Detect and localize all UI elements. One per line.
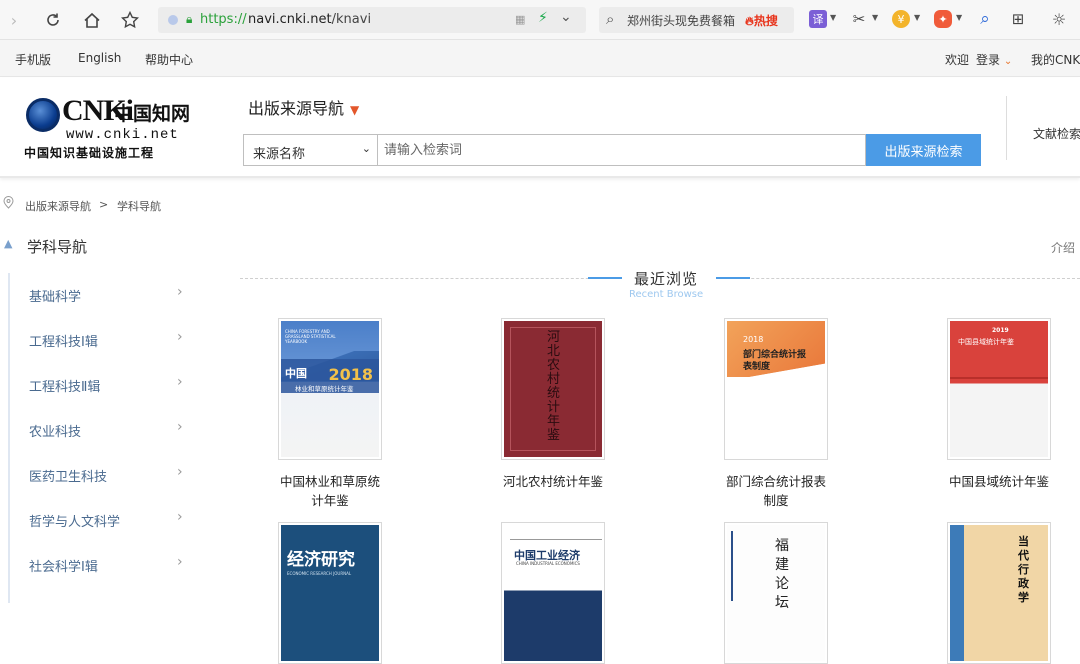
chevron-down-icon[interactable]: ▼ (830, 13, 836, 22)
forward-icon[interactable]: › (4, 9, 24, 31)
recent-browse-heading: 最近浏览 Recent Browse (588, 268, 750, 306)
sidebar-item[interactable]: 农业科技 › (10, 408, 206, 453)
sidebar-item[interactable]: 工程科技Ⅱ辑 › (10, 363, 206, 408)
site-info-icon[interactable] (168, 15, 178, 25)
english-link[interactable]: English (78, 51, 121, 65)
recent-browse-subtitle: Recent Browse (629, 289, 704, 300)
book-cover[interactable]: 河北农村统计年鉴 (501, 318, 605, 460)
globe-logo-icon (26, 98, 60, 132)
browser-search-query: 郑州街头现免费餐箱 (627, 14, 736, 28)
intro-link[interactable]: 介绍 (1051, 239, 1075, 256)
sidebar-item[interactable]: 哲学与人文科学 › (10, 498, 206, 543)
magnifier-icon[interactable]: ⌕ (976, 9, 994, 29)
book-title[interactable]: 河北农村统计年鉴 (468, 472, 638, 491)
publication-nav-dropdown[interactable]: 出版来源导航 ▼ (248, 95, 359, 119)
recent-browse-title: 最近浏览 (634, 270, 699, 288)
subject-nav-title: 学科导航 (27, 238, 88, 256)
qr-code-icon[interactable]: ▦ (515, 13, 525, 26)
chevron-up-icon: ▲ (4, 237, 13, 250)
book-cover[interactable]: 2018 部门综合统计报表制度 (724, 318, 828, 460)
logo-slogan: 中国知识基础设施工程 (24, 146, 155, 160)
logo-cn-name: 中国知网 (114, 103, 191, 125)
book-title[interactable]: 中国县域统计年鉴 (914, 472, 1080, 491)
sidebar-item-label: 基础科学 (29, 290, 82, 305)
brightness-icon[interactable]: ☼ (1050, 10, 1068, 29)
chevron-right-icon: › (177, 419, 183, 435)
sidebar-item-label: 农业科技 (29, 425, 82, 440)
browser-toolbar: › 🔒︎ https:// navi.cnki.net/knavi ▦ ⚡ ⌄ … (0, 0, 1080, 40)
search-icon: ⌕ (606, 10, 615, 28)
login-link[interactable]: 登录 ⌄ (976, 51, 1012, 68)
bookmark-star-icon[interactable] (118, 9, 142, 31)
chevron-down-icon[interactable]: ▼ (956, 13, 962, 22)
source-type-select[interactable]: 来源名称 ⌄ (243, 134, 378, 166)
lock-icon: 🔒︎ (186, 12, 193, 26)
sidebar-item-label: 哲学与人文科学 (29, 515, 121, 530)
chevron-down-icon[interactable]: ▼ (914, 13, 920, 22)
translate-extension-icon[interactable]: 译 (809, 10, 827, 28)
logo-site: www.cnki.net (66, 127, 179, 143)
url-scheme: https:// (200, 12, 247, 27)
chevron-down-icon: ⌄ (361, 142, 371, 155)
top-utility-nav: 手机版 English 帮助中心 欢迎 登录 ⌄ 我的CNKI (0, 40, 1080, 77)
keyword-input[interactable] (378, 134, 866, 166)
book-title[interactable]: 部门综合统计报表制度 (691, 472, 861, 510)
mobile-link[interactable]: 手机版 (15, 51, 51, 68)
sidebar-item[interactable]: 医药卫生科技 › (10, 453, 206, 498)
subject-nav-toggle[interactable]: ▲ 学科导航 (0, 236, 120, 258)
sidebar-item[interactable]: 工程科技Ⅰ辑 › (10, 318, 206, 363)
chevron-down-icon[interactable]: ⌄ (560, 9, 572, 25)
speed-mode-icon[interactable]: ⚡ (538, 10, 548, 26)
chevron-down-icon[interactable]: ▼ (872, 13, 878, 22)
chevron-right-icon: › (177, 464, 183, 480)
book-title[interactable]: 中国林业和草原统计年鉴 (245, 472, 415, 510)
chevron-right-icon: › (177, 374, 183, 390)
dropdown-triangle-icon: ▼ (350, 103, 360, 117)
welcome-text: 欢迎 (945, 53, 970, 67)
chevron-down-icon: ⌄ (1003, 56, 1013, 67)
sidebar-item-label: 工程科技Ⅱ辑 (29, 380, 101, 395)
sidebar-item[interactable]: 基础科学 › (10, 273, 206, 318)
home-icon[interactable] (80, 9, 104, 31)
browser-search-box[interactable]: ⌕ 郑州街头现免费餐箱 🔥︎热搜 (599, 7, 794, 33)
breadcrumb-item[interactable]: 出版来源导航 (25, 198, 91, 214)
chevron-right-icon: › (177, 554, 183, 570)
my-cnki-link[interactable]: 我的CNKI (1031, 51, 1080, 68)
sidebar-item-label: 工程科技Ⅰ辑 (29, 335, 98, 350)
heading-bar-right (716, 277, 750, 279)
flame-icon: 🔥︎ (745, 14, 754, 28)
sidebar-item[interactable]: 社会科学Ⅰ辑 › (10, 543, 206, 588)
cnki-logo[interactable]: CNKi 中国知网 www.cnki.net 中国知识基础设施工程 (22, 92, 197, 162)
chevron-right-icon: › (177, 284, 183, 300)
literature-search-link[interactable]: 文献检索 (1033, 125, 1080, 142)
chevron-right-icon: › (177, 329, 183, 345)
sidebar-item-label: 社会科学Ⅰ辑 (29, 560, 98, 575)
book-cover[interactable]: CHINA FORESTRY AND GRASSLAND STATISTICAL… (278, 318, 382, 460)
hot-search-badge[interactable]: 🔥︎热搜 (745, 12, 778, 29)
reload-icon[interactable] (42, 9, 64, 31)
breadcrumb-separator: > (99, 198, 109, 211)
help-center-link[interactable]: 帮助中心 (145, 51, 193, 68)
chevron-right-icon: › (177, 509, 183, 525)
book-cover[interactable]: 中国工业经济 CHINA INDUSTRIAL ECONOMICS (501, 522, 605, 664)
sidebar-item-label: 医药卫生科技 (29, 470, 108, 485)
book-cover[interactable]: 当代行政学 (947, 522, 1051, 664)
address-bar[interactable]: 🔒︎ https:// navi.cnki.net/knavi ▦ ⚡ ⌄ (158, 7, 586, 33)
heading-bar-left (588, 277, 622, 279)
subject-sidebar: 基础科学 › 工程科技Ⅰ辑 › 工程科技Ⅱ辑 › 农业科技 › 医药卫生科技 ›… (8, 273, 204, 603)
site-header: CNKi 中国知网 www.cnki.net 中国知识基础设施工程 出版来源导航… (0, 78, 1080, 178)
location-pin-icon (3, 196, 14, 209)
book-cover[interactable]: 2019 中国县域统计年鉴 (947, 318, 1051, 460)
game-extension-icon[interactable]: ✦ (934, 10, 952, 28)
grid-apps-icon[interactable]: ⊞ (1009, 10, 1027, 28)
coupon-extension-icon[interactable]: ¥ (892, 10, 910, 28)
url-text: navi.cnki.net/knavi (248, 12, 372, 27)
divider (1006, 96, 1007, 160)
publication-search-button[interactable]: 出版来源检索 (866, 134, 981, 166)
book-cover[interactable]: 经济研究 ECONOMIC RESEARCH JOURNAL (278, 522, 382, 664)
scissors-icon[interactable]: ✂ (850, 10, 868, 28)
book-cover[interactable]: 福建论坛 (724, 522, 828, 664)
breadcrumb-item[interactable]: 学科导航 (117, 198, 161, 214)
